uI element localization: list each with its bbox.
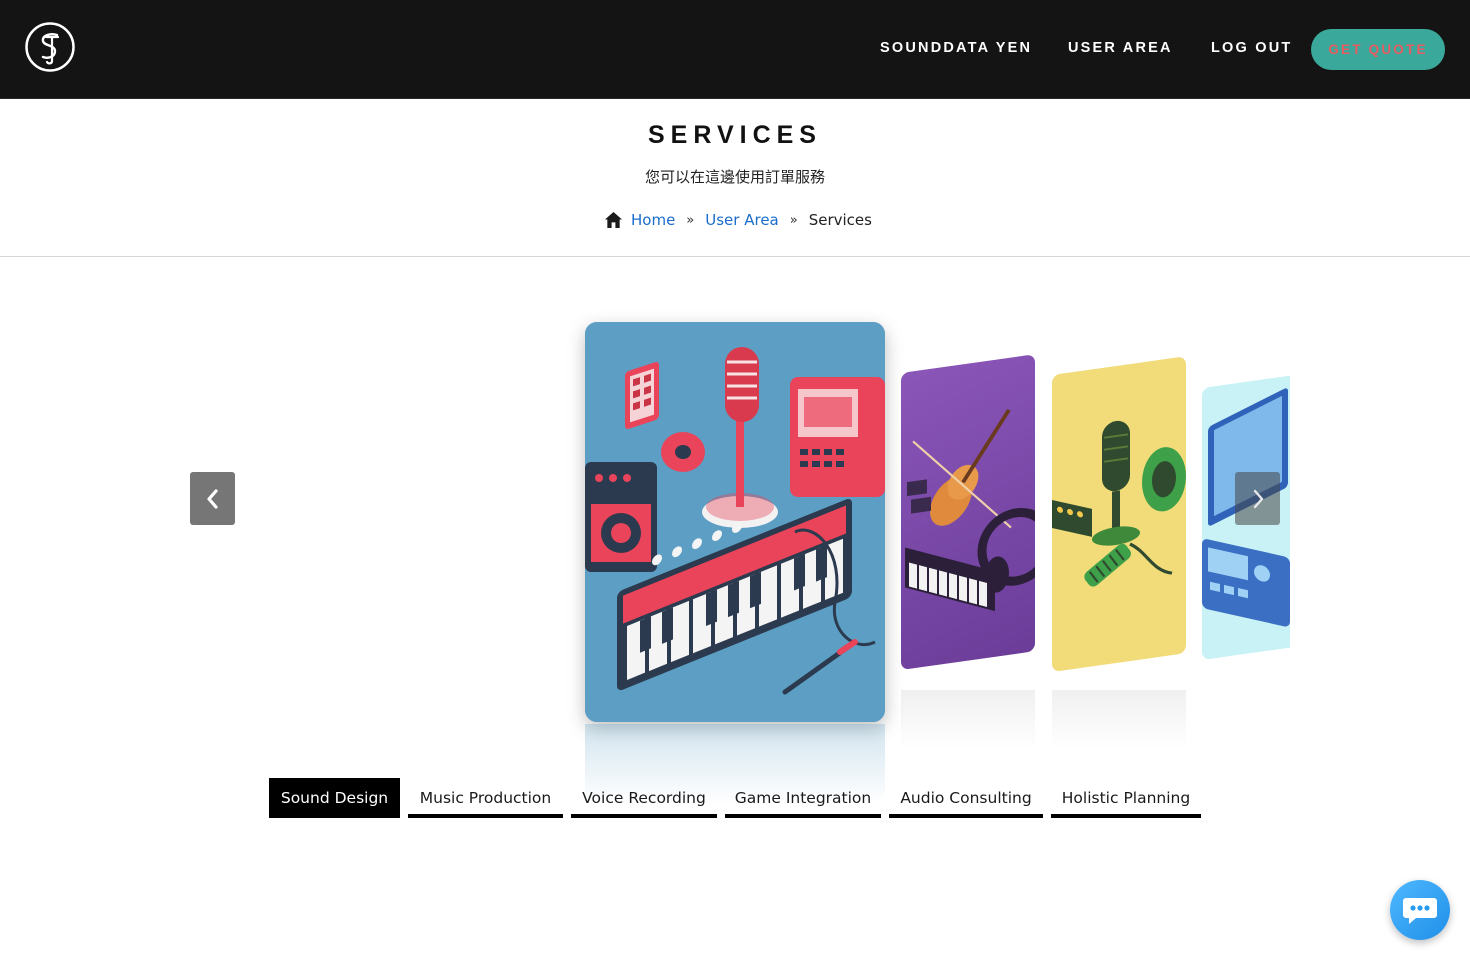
carousel-slide-music-production[interactable] [901, 354, 1035, 670]
breadcrumb: Home » User Area » Services [604, 209, 872, 231]
carousel-next-button[interactable] [1235, 472, 1280, 525]
breadcrumb-home-link[interactable]: Home [631, 211, 675, 229]
services-carousel [180, 300, 1290, 804]
carousel-prev-button[interactable] [190, 472, 235, 525]
tab-audio-consulting[interactable]: Audio Consulting [889, 778, 1043, 818]
home-icon[interactable] [604, 211, 623, 229]
carousel-slide-sound-design[interactable] [585, 322, 885, 722]
logo-icon [25, 22, 75, 72]
chevron-right-icon [1253, 489, 1263, 508]
top-navigation-bar: SOUNDDATA YEN USER AREA LOG OUT GET QUOT… [0, 0, 1470, 99]
sound-design-illustration [585, 322, 885, 722]
tab-sound-design[interactable]: Sound Design [269, 778, 400, 818]
tab-holistic-planning[interactable]: Holistic Planning [1051, 778, 1201, 818]
breadcrumb-user-area-link[interactable]: User Area [705, 211, 778, 229]
chat-button[interactable] [1390, 880, 1450, 940]
tab-music-production[interactable]: Music Production [408, 778, 563, 818]
slide-reflection [1052, 690, 1186, 750]
voice-recording-illustration [1052, 420, 1186, 587]
chat-icon [1403, 898, 1437, 924]
tab-voice-recording[interactable]: Voice Recording [571, 778, 717, 818]
breadcrumb-current: Services [808, 211, 872, 229]
carousel-slide-voice-recording[interactable] [1052, 356, 1186, 672]
breadcrumb-separator: » [789, 212, 798, 228]
page-subtitle: 您可以在這邊使用訂單服務 [644, 168, 825, 186]
section-divider [0, 256, 1470, 257]
nav-sounddata-yen[interactable]: SOUNDDATA YEN [880, 40, 1032, 56]
chevron-left-icon [206, 488, 218, 509]
site-logo[interactable] [24, 21, 76, 73]
slide-reflection [901, 690, 1035, 750]
page-title: SERVICES [648, 121, 822, 149]
nav-log-out[interactable]: LOG OUT [1211, 40, 1292, 56]
breadcrumb-separator: » [686, 212, 695, 228]
nav-user-area[interactable]: USER AREA [1068, 40, 1173, 56]
get-quote-button[interactable]: GET QUOTE [1311, 29, 1445, 70]
music-production-illustration [905, 408, 1035, 612]
tab-game-integration[interactable]: Game Integration [725, 778, 881, 818]
